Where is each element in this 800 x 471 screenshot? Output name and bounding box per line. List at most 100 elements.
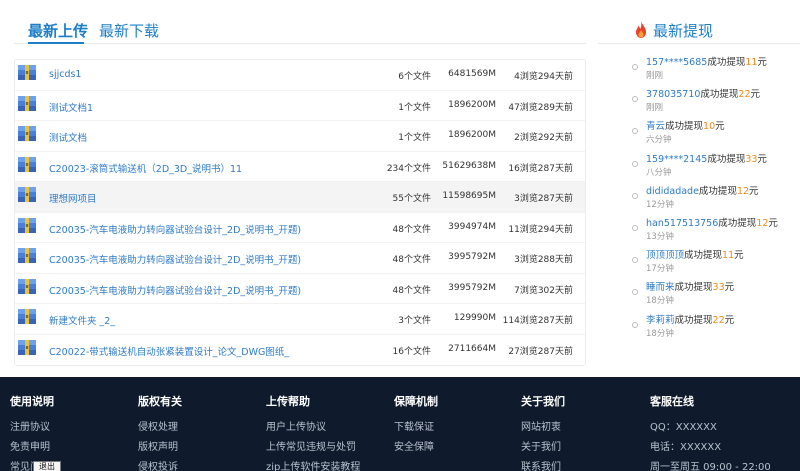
withdraw-item: 378035710成功提现22元 刚刚 — [598, 84, 800, 116]
main-area: 最新上传 最新下载 sjjcds1 6个文件 6481569M 4浏览294天前 测试文… — [0, 0, 800, 377]
footer-link[interactable]: 关于我们 — [521, 441, 646, 461]
file-name[interactable]: sjjcds1 — [49, 69, 81, 80]
withdraw-user[interactable]: han517513756 — [646, 218, 718, 229]
withdraw-text: 成功提现 — [674, 282, 713, 294]
footer-column: 客服在线 QQ：XXXXXX 电话：XXXXXX 周一至周五 09:00 - 22:0… — [650, 393, 775, 471]
tab-latest-upload[interactable]: 最新上传 — [28, 20, 88, 41]
file-views: 114浏览287天前 — [502, 316, 573, 326]
withdraw-user[interactable]: 青云 — [646, 121, 665, 132]
file-name[interactable]: 测试文档1 — [49, 100, 93, 114]
withdraw-unit: 元 — [750, 89, 761, 101]
withdraw-user[interactable]: 睡而来 — [646, 282, 675, 293]
footer-link[interactable]: 免责申明 — [10, 441, 135, 461]
footer-link[interactable]: 网站初衷 — [521, 421, 646, 441]
withdraw-user[interactable]: 顶顶顶顶 — [646, 250, 684, 261]
file-row[interactable]: 新建文件夹 _2_ 3个文件 129990M 114浏览287天前 — [15, 304, 585, 335]
footer-link[interactable]: 侵权处理 — [138, 421, 263, 441]
withdraw-item: 157****5685成功提现11元刚刚 — [598, 52, 800, 84]
file-row[interactable]: 理想网项目 55个文件 11598695M 3浏览287天前 — [15, 182, 585, 213]
withdraw-text: 成功提现 — [698, 185, 737, 197]
footer-column: 关于我们 网站初衷 关于我们 联系我们 — [521, 393, 646, 471]
bullet-icon — [632, 64, 638, 70]
withdraw-unit: 元 — [734, 250, 744, 262]
file-row[interactable]: C20035-汽车电液助力转向器试验台设计_2D_说明书_开题) 48个文件 399… — [15, 274, 585, 304]
archive-icon — [17, 125, 37, 142]
file-name[interactable]: C20022-带式输送机自动张紧装置设计_论文_DWG图纸_ — [49, 344, 289, 358]
footer-link[interactable]: zip上传软件安装教程 — [266, 461, 391, 471]
footer-link[interactable]: 用户上传协议 — [266, 421, 391, 441]
file-row[interactable]: C20022-带式输送机自动张紧装置设计_论文_DWG图纸_ 16个文件 27116… — [15, 335, 585, 366]
file-views: 11浏览294天前 — [508, 224, 573, 235]
withdraw-title: 最新提现 — [653, 22, 714, 40]
bullet-icon — [632, 224, 638, 231]
file-count: 1个文件 — [398, 133, 431, 143]
withdraw-line: dididadade成功提现12元 — [646, 183, 759, 197]
file-views: 4浏览294天前 — [514, 72, 573, 82]
footer-column-title: 版权有关 — [138, 395, 182, 408]
withdraw-line: 157****5685成功提现11元 — [646, 54, 767, 68]
footer-link[interactable]: 电话：XXXXXX — [650, 441, 775, 461]
file-name[interactable]: C20023-滚筒式输送机（2D_3D_说明书）11 — [49, 161, 242, 175]
footer-link[interactable]: 常见问题 — [10, 461, 135, 471]
footer-link[interactable]: 侵权投诉 — [138, 461, 263, 471]
file-row[interactable]: C20023-滚筒式输送机（2D_3D_说明书）11 234个文件 51629638… — [15, 152, 585, 182]
withdraw-amount: 33 — [712, 282, 725, 294]
file-views: 3浏览288天前 — [514, 255, 573, 265]
footer-column-title: 使用说明 — [10, 395, 54, 408]
bullet-icon — [632, 192, 638, 199]
file-count: 55个文件 — [392, 194, 431, 204]
withdraw-amount: 22 — [738, 89, 751, 101]
footer-link[interactable]: QQ：XXXXXX — [650, 421, 775, 441]
withdraw-user[interactable]: 378035710 — [646, 89, 700, 100]
withdraw-time: 18分钟 — [646, 328, 674, 339]
file-size: 1896200M — [448, 99, 496, 110]
file-views: 7浏览302天前 — [514, 285, 573, 296]
file-row[interactable]: sjjcds1 6个文件 6481569M 4浏览294天前 — [15, 60, 585, 91]
withdraw-time: 刚刚 — [646, 103, 664, 114]
withdraw-unit: 元 — [724, 282, 735, 294]
footer-link[interactable]: 安全保障 — [394, 441, 519, 461]
footer-link[interactable]: 注册协议 — [10, 421, 135, 441]
withdraw-time: 八分钟 — [646, 167, 672, 178]
file-name[interactable]: C20035-汽车电液助力转向器试验台设计_2D_说明书_开题) — [49, 283, 301, 297]
file-count: 6个文件 — [398, 72, 431, 82]
withdraw-user[interactable]: 李莉莉 — [646, 315, 675, 326]
file-name[interactable]: C20035-汽车电液助力转向器试验台设计_2D_说明书_开题) — [49, 252, 301, 266]
file-row[interactable]: C20035-汽车电液助力转向器试验台设计_2D_说明书_开题) 48个文件 399… — [15, 213, 585, 243]
withdraw-item: dididadade成功提现12元 12分钟 — [598, 181, 800, 213]
file-row[interactable]: 测试文档 1个文件 1896200M 2浏览292天前 — [15, 121, 585, 152]
withdraw-text: 成功提现 — [665, 121, 704, 133]
file-name[interactable]: 新建文件夹 _2_ — [49, 313, 115, 327]
withdraw-user[interactable]: 159****2145 — [646, 154, 707, 165]
withdraw-line: 159****2145成功提现33元 — [646, 151, 767, 165]
withdraw-time: 刚刚 — [646, 71, 664, 81]
withdraw-unit: 元 — [768, 217, 778, 229]
file-size: 3994974M — [448, 221, 496, 232]
tab-latest-download[interactable]: 最新下载 — [99, 20, 159, 41]
file-name[interactable]: 理想网项目 — [49, 191, 97, 205]
withdraw-item: han517513756成功提现12元 13分钟 — [598, 213, 800, 245]
file-views: 2浏览292天前 — [514, 133, 573, 143]
footer-link[interactable]: 上传常见违规与处罚 — [266, 441, 391, 461]
file-row[interactable]: C20035-汽车电液助力转向器试验台设计_2D_说明书_开题) 48个文件 399… — [15, 243, 585, 274]
file-size: 129990M — [453, 313, 496, 323]
withdraw-user[interactable]: dididadade — [646, 186, 699, 197]
file-name[interactable]: 测试文档 — [49, 130, 87, 144]
footer-link[interactable]: 下载保证 — [394, 421, 519, 441]
footer-link[interactable]: 版权声明 — [138, 441, 263, 461]
withdraw-item: 睡而来成功提现33元 18分钟 — [598, 277, 800, 309]
file-views: 3浏览287天前 — [514, 194, 573, 204]
withdraw-line: 378035710成功提现22元 — [646, 86, 760, 100]
withdraw-time: 12分钟 — [646, 199, 674, 210]
withdraw-amount: 10 — [703, 121, 716, 133]
footer-link[interactable]: 联系我们 — [521, 461, 646, 471]
tab-bar: 最新上传 最新下载 — [14, 14, 586, 44]
file-count: 3个文件 — [398, 316, 431, 326]
file-count: 1个文件 — [398, 102, 431, 113]
file-name[interactable]: C20035-汽车电液助力转向器试验台设计_2D_说明书_开题) — [49, 222, 301, 236]
footer-link[interactable]: 周一至周五 09:00 - 22:00 — [650, 461, 775, 471]
file-row[interactable]: 测试文档1 1个文件 1896200M 47浏览289天前 — [15, 91, 585, 121]
withdraw-user[interactable]: 157****5685 — [646, 57, 707, 68]
bullet-icon — [632, 128, 638, 135]
footer-column: 使用说明注册协议 免责申明 常见问题 — [10, 393, 135, 471]
